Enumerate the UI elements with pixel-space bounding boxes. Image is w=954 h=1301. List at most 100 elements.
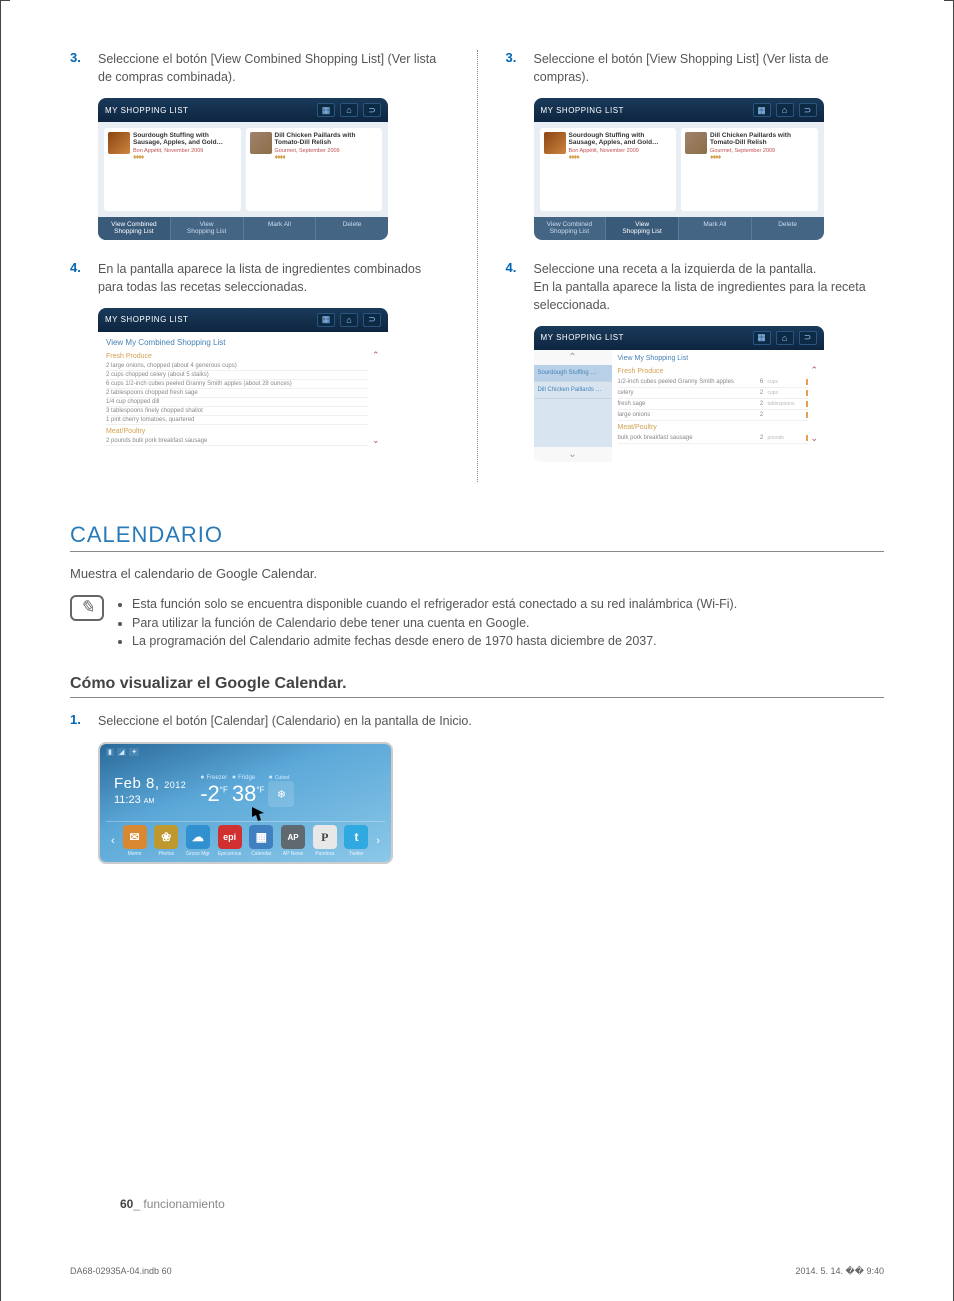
recipe-source: Bon Appétit, November 2009 xyxy=(133,148,237,154)
rating-icon: ♦♦♦♦ xyxy=(710,154,720,161)
chevron-down-icon[interactable]: ⌄ xyxy=(372,435,380,446)
home-icon[interactable]: ⌂ xyxy=(340,313,358,327)
freezer-label: Freezer xyxy=(200,774,228,781)
section-intro: Muestra el calendario de Google Calendar… xyxy=(70,566,884,581)
app-icon: P xyxy=(313,825,337,849)
save-icon[interactable]: ▦ xyxy=(753,103,771,117)
app-photos[interactable]: ❀Photos xyxy=(151,825,181,857)
step-text: Seleccione el botón [Calendar] (Calendar… xyxy=(98,712,472,730)
back-icon[interactable]: ⊃ xyxy=(363,103,381,117)
recipe-title: Sourdough Stuffing with Sausage, Apples,… xyxy=(569,132,673,146)
chevron-down-icon[interactable]: ⌄ xyxy=(811,433,818,444)
step-number: 3. xyxy=(70,50,98,86)
fridge-label: Fridge xyxy=(232,774,265,781)
recipe-thumb xyxy=(685,132,707,154)
save-icon[interactable]: ▦ xyxy=(317,103,335,117)
chevron-down-icon[interactable]: ⌄ xyxy=(534,447,612,462)
category-label: Fresh Produce xyxy=(106,353,368,360)
chevron-up-icon[interactable]: ⌃ xyxy=(534,350,612,365)
ice-cube-icon[interactable]: ❄ xyxy=(268,781,294,807)
recipe-source: Gourmet, September 2009 xyxy=(710,148,814,154)
back-icon[interactable]: ⊃ xyxy=(799,331,817,345)
recipe-title: Dill Chicken Paillards with Tomato-Dill … xyxy=(275,132,379,146)
note-item: Esta función solo se encuentra disponibl… xyxy=(132,595,737,614)
view-combined-button[interactable]: View Combined Shopping List xyxy=(534,217,607,239)
save-icon[interactable]: ▦ xyxy=(753,331,771,345)
list-item: celery2cups xyxy=(618,388,808,399)
rating-icon: ♦♦♦♦ xyxy=(569,154,579,161)
list-item: 1 pint cherry tomatoes, quartered xyxy=(106,416,368,425)
note-item: La programación del Calendario admite fe… xyxy=(132,632,737,651)
app-memo[interactable]: ✉Memo xyxy=(120,825,150,857)
freezer-temp: -2°F xyxy=(200,781,228,807)
step-text: Seleccione una receta a la izquierda de … xyxy=(534,260,885,314)
list-item: 3 tablespoons finely chopped shallot xyxy=(106,407,368,416)
mark-all-button[interactable]: Mark All xyxy=(679,217,752,239)
list-item: fresh sage2tablespoons xyxy=(618,399,808,410)
screenshot-shopping-list-view-btn: MY SHOPPING LIST ▦ ⌂ ⊃ Sourdough Stuffin… xyxy=(534,98,824,239)
view-combined-button[interactable]: View Combined Shopping List xyxy=(98,217,171,239)
list-item: 6 cups 1/2-inch cubes peeled Granny Smit… xyxy=(106,380,368,389)
category-label: Meat/Poultry xyxy=(618,424,808,431)
page-footer: 60_ funcionamiento xyxy=(120,1197,225,1211)
fridge-temp: 38°F xyxy=(232,781,265,807)
list-item: 2 large onions, chopped (about 4 generou… xyxy=(106,362,368,371)
section-title: CALENDARIO xyxy=(70,522,884,552)
screenshot-home-screen: ▮◢✦ Feb 8, 2012 11:23 AM Freezer -2°F Fr… xyxy=(98,742,393,864)
list-item: 2 pounds bulk pork breakfast sausage xyxy=(106,437,368,446)
view-shopping-button[interactable]: View Shopping List xyxy=(606,217,679,239)
recipe-card[interactable]: Dill Chicken Paillards with Tomato-Dill … xyxy=(681,128,818,211)
list-item: 2 tablespoons chopped fresh sage xyxy=(106,389,368,398)
time-display: 11:23 AM xyxy=(114,794,186,806)
step-number: 4. xyxy=(506,260,534,314)
recipe-card[interactable]: Sourdough Stuffing with Sausage, Apples,… xyxy=(540,128,677,211)
chevron-left-icon[interactable]: ‹ xyxy=(108,835,118,847)
app-icon: ❀ xyxy=(154,825,178,849)
delete-button[interactable]: Delete xyxy=(752,217,824,239)
step-text: Seleccione el botón [View Shopping List]… xyxy=(534,50,885,86)
app-twitter[interactable]: tTwitter xyxy=(342,825,372,857)
screenshot-combined-ingredients: MY SHOPPING LIST ▦ ⌂ ⊃ View My Combined … xyxy=(98,308,388,452)
recipe-tab[interactable]: Dill Chicken Paillards … xyxy=(534,382,612,399)
chevron-right-icon[interactable]: › xyxy=(373,835,383,847)
recipe-tab[interactable]: Sourdough Stuffing … xyxy=(534,365,612,382)
chevron-up-icon[interactable]: ⌃ xyxy=(372,350,380,361)
list-header: View My Combined Shopping List xyxy=(106,338,380,347)
home-icon[interactable]: ⌂ xyxy=(340,103,358,117)
recipe-card[interactable]: Sourdough Stuffing with Sausage, Apples,… xyxy=(104,128,241,211)
app-calendar[interactable]: ▦Calendar xyxy=(246,825,276,857)
home-icon[interactable]: ⌂ xyxy=(776,331,794,345)
recipe-title: Sourdough Stuffing with Sausage, Apples,… xyxy=(133,132,237,146)
view-shopping-button[interactable]: View Shopping List xyxy=(171,217,244,239)
app-grocemgr[interactable]: ☁Groce Mgr xyxy=(183,825,213,857)
category-label: Fresh Produce xyxy=(618,368,808,375)
step-text: Seleccione el botón [View Combined Shopp… xyxy=(98,50,449,86)
ss-title: MY SHOPPING LIST xyxy=(541,106,753,115)
back-icon[interactable]: ⊃ xyxy=(799,103,817,117)
back-icon[interactable]: ⊃ xyxy=(363,313,381,327)
app-epicurious[interactable]: epiEpicurious xyxy=(215,825,245,857)
delete-button[interactable]: Delete xyxy=(316,217,388,239)
list-item: 1/4 cup chopped dill xyxy=(106,398,368,407)
home-icon[interactable]: ⌂ xyxy=(776,103,794,117)
save-icon[interactable]: ▦ xyxy=(317,313,335,327)
list-item: 1/2-inch cubes peeled Granny Smith apple… xyxy=(618,377,808,388)
ss-title: MY SHOPPING LIST xyxy=(105,315,317,324)
screenshot-single-recipe-ingredients: MY SHOPPING LIST ▦ ⌂ ⊃ ⌃ Sourdough Stuff… xyxy=(534,326,824,462)
app-apnews[interactable]: APAP News xyxy=(278,825,308,857)
chevron-up-icon[interactable]: ⌃ xyxy=(811,365,818,376)
list-item: bulk pork breakfast sausage2pounds xyxy=(618,433,808,444)
app-icon: epi xyxy=(218,825,242,849)
recipe-thumb xyxy=(544,132,566,154)
app-icon: t xyxy=(344,825,368,849)
list-item: 2 cups chopped celery (about 5 stalks) xyxy=(106,371,368,380)
recipe-thumb xyxy=(108,132,130,154)
subsection-title: Cómo visualizar el Google Calendar. xyxy=(70,675,884,698)
app-pandora[interactable]: PPandora xyxy=(310,825,340,857)
rating-icon: ♦♦♦♦ xyxy=(133,154,143,161)
list-item: large onions2 xyxy=(618,410,808,421)
recipe-card[interactable]: Dill Chicken Paillards with Tomato-Dill … xyxy=(246,128,383,211)
app-icon: ☁ xyxy=(186,825,210,849)
note-icon: ✎ xyxy=(70,595,104,621)
mark-all-button[interactable]: Mark All xyxy=(244,217,317,239)
